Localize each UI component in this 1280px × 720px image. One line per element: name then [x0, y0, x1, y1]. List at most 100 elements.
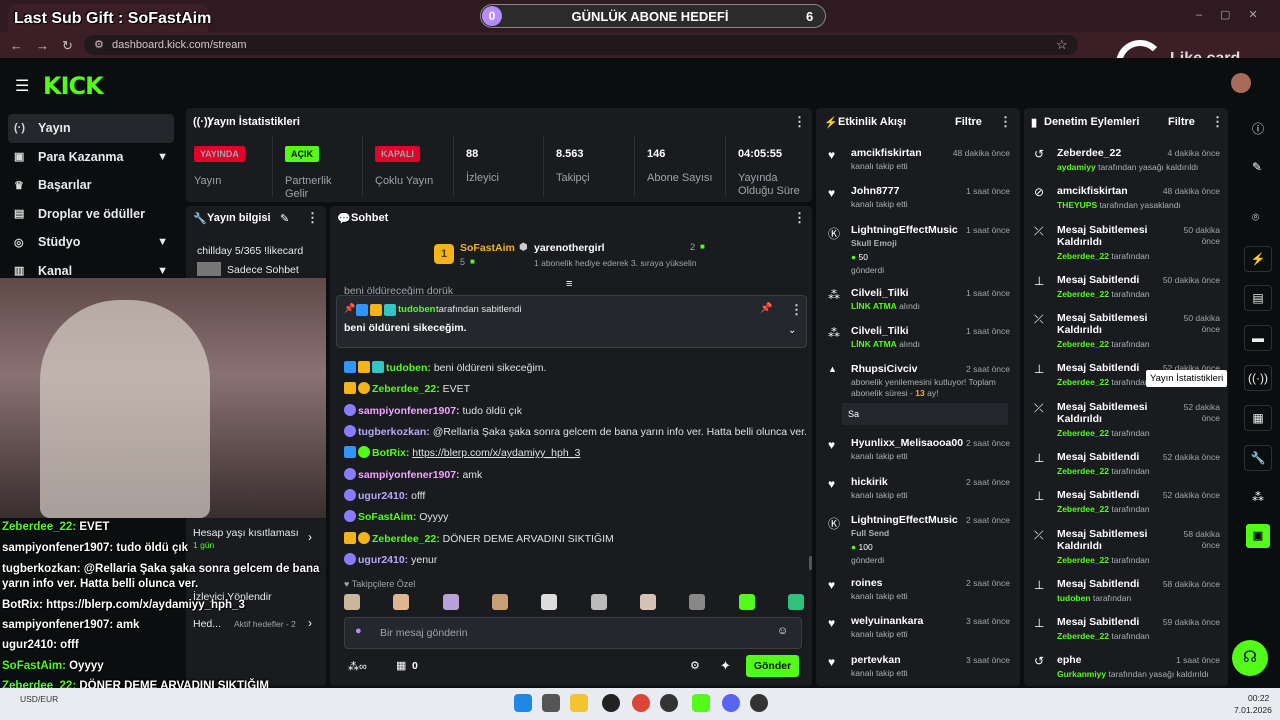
chat-user[interactable]: sampiyonfener1907: — [358, 469, 460, 481]
obs-icon[interactable] — [602, 694, 620, 712]
moderator[interactable]: Zeberdee_22 — [1057, 377, 1109, 387]
activity-user[interactable]: Cilveli_Tilki — [851, 325, 909, 337]
pinned-menu-icon[interactable]: ⋮ — [790, 302, 803, 318]
support-button[interactable]: ☊ — [1232, 640, 1268, 676]
emote[interactable] — [393, 594, 410, 610]
mod-toggle-button[interactable]: ▦ — [1244, 405, 1272, 431]
activity-user[interactable]: Cilveli_Tilki — [851, 287, 909, 299]
chevron-right-icon[interactable]: › — [308, 530, 312, 544]
moderator[interactable]: Zeberdee_22 — [1057, 251, 1109, 261]
activity-toggle-button[interactable]: ⚡ — [1244, 246, 1272, 272]
activity-user[interactable]: LightningEffectMusic — [851, 224, 958, 236]
emote[interactable] — [491, 594, 508, 610]
chat-user[interactable]: ugur2410: — [358, 554, 408, 566]
moderator[interactable]: Zeberdee_22 — [1057, 631, 1109, 641]
activity-user[interactable]: Hyunlixx_Melisaooa00 — [851, 437, 963, 449]
add-panel-button[interactable]: ▣ — [1246, 524, 1270, 548]
moderation-action[interactable]: Mesaj Sabitlemesi Kaldırıldı — [1057, 312, 1167, 336]
emoji-icon[interactable]: ☺ — [777, 625, 788, 637]
activity-menu-icon[interactable]: ⋮ — [999, 114, 1012, 130]
gifter-2-name[interactable]: yarenothergirl — [534, 242, 605, 254]
clock-time[interactable]: 00:22 — [1248, 693, 1269, 703]
stats-toggle-button[interactable]: ((·)) — [1244, 365, 1272, 391]
g-app-icon[interactable] — [660, 694, 678, 712]
bookmark-star-icon[interactable]: ☆ — [1056, 37, 1068, 53]
emote[interactable] — [787, 594, 804, 610]
chat-user[interactable]: SoFastAim: — [358, 511, 416, 523]
emote-row[interactable] — [344, 594, 804, 612]
reload-icon[interactable]: ↻ — [62, 38, 73, 54]
chat-user[interactable]: sampiyonfener1907: — [358, 405, 460, 417]
chat-scrollbar[interactable] — [809, 556, 812, 570]
activity-user[interactable]: roines — [851, 577, 883, 589]
moderation-action[interactable]: Mesaj Sabitlemesi Kaldırıldı — [1057, 224, 1167, 248]
chat-user[interactable]: Zeberdee_22: — [372, 383, 440, 395]
activity-user[interactable]: hickirik — [851, 476, 888, 488]
kick-logo[interactable]: KICK — [43, 72, 104, 100]
info-icon[interactable]: ⓘ — [1252, 120, 1264, 137]
chat-user[interactable]: tudoben: — [386, 362, 431, 374]
activity-user[interactable]: welyuinankara — [851, 615, 923, 627]
g-app-icon-2[interactable] — [750, 694, 768, 712]
chat-user[interactable]: BotRix: — [372, 447, 409, 459]
send-button[interactable]: Gönder — [746, 655, 799, 677]
sidebar-item-droplar[interactable]: ▤ Droplar ve ödüller — [0, 200, 184, 229]
kick-app-icon[interactable] — [692, 694, 710, 712]
mic-icon[interactable]: ● — [355, 625, 362, 637]
chrome-icon[interactable] — [632, 694, 650, 712]
chevron-down-icon[interactable]: ⌄ — [788, 325, 796, 336]
moderator[interactable]: Zeberdee_22 — [1057, 555, 1109, 565]
activity-user[interactable]: RhupsiCivciv — [851, 363, 918, 375]
pencil-icon[interactable]: ✎ — [1252, 160, 1262, 174]
forward-icon[interactable]: → — [36, 38, 49, 53]
moderator[interactable]: Gurkanmiyy — [1057, 669, 1106, 679]
site-info-icon[interactable]: ⚙ — [94, 38, 104, 51]
store-icon[interactable]: ▦ — [396, 659, 406, 672]
clock-date[interactable]: 7.01.2026 — [1234, 705, 1272, 715]
user-avatar[interactable] — [1231, 73, 1251, 93]
moderator[interactable]: Zeberdee_22 — [1057, 466, 1109, 476]
activity-user[interactable]: LightningEffectMusic — [851, 514, 958, 526]
back-icon[interactable]: ← — [10, 38, 23, 53]
emote[interactable] — [344, 594, 360, 610]
points-icon[interactable]: ⁂ — [1252, 490, 1264, 504]
moderation-action[interactable]: Mesaj Sabitlemesi Kaldırıldı — [1057, 528, 1167, 552]
edit-icon[interactable]: ✎ — [280, 212, 289, 225]
chat-toggle-button[interactable]: ▬ — [1244, 325, 1272, 351]
stream-info-menu-icon[interactable]: ⋮ — [306, 210, 319, 226]
sidebar-item-basarilar[interactable]: ♛ Başarılar — [0, 171, 184, 200]
moderator[interactable]: Zeberdee_22 — [1057, 504, 1109, 514]
moderator[interactable]: Zeberdee_22 — [1057, 428, 1109, 438]
moderator[interactable]: tudoben — [1057, 593, 1091, 603]
activity-user[interactable]: pertevkan — [851, 654, 901, 666]
goals-label[interactable]: Hed... — [193, 618, 221, 630]
activity-user[interactable]: amcikfiskirtan — [851, 147, 922, 159]
chat-user[interactable]: ugur2410: — [358, 490, 408, 502]
moderation-action[interactable]: Mesaj Sabitlemesi Kaldırıldı — [1057, 401, 1167, 425]
points-icon[interactable]: ⁂∞ — [348, 660, 367, 673]
emote[interactable] — [590, 594, 607, 610]
camera-icon[interactable]: ⌾ — [1252, 210, 1259, 225]
chat-menu-icon[interactable]: ⋮ — [793, 210, 806, 226]
discord-icon[interactable] — [722, 694, 740, 712]
menu-icon[interactable]: ☰ — [15, 76, 29, 96]
moderator[interactable]: Zeberdee_22 — [1057, 289, 1109, 299]
sidebar-item-studyo[interactable]: ◎ Stüdyo ▼ — [0, 228, 184, 257]
address-bar[interactable]: dashboard.kick.com/stream — [84, 35, 1078, 55]
window-controls[interactable]: –▢✕ — [1196, 8, 1276, 21]
file-explorer-icon[interactable] — [570, 694, 588, 712]
moderator[interactable]: THEYUPS — [1057, 200, 1097, 210]
chat-text[interactable]: https://blerp.com/x/aydamiyy_hph_3 — [412, 447, 580, 459]
moderation-filter[interactable]: Filtre — [1168, 116, 1195, 128]
chat-user[interactable]: tugberkozkan: — [358, 426, 430, 438]
moderator[interactable]: aydamiyy — [1057, 162, 1096, 172]
pinned-user[interactable]: tudoben — [398, 304, 435, 315]
stream-info-toggle-button[interactable]: ▤ — [1244, 285, 1272, 311]
collapse-icon[interactable]: ≡ — [566, 278, 572, 290]
emote[interactable] — [541, 594, 558, 610]
chat-user[interactable]: Zeberdee_22: — [372, 533, 440, 545]
stats-menu-icon[interactable]: ⋮ — [793, 114, 806, 130]
unpin-icon[interactable]: 📌 — [760, 303, 772, 314]
windows-start-icon[interactable] — [514, 694, 532, 712]
age-restriction-label[interactable]: Hesap yaşı kısıtlaması — [193, 527, 299, 539]
